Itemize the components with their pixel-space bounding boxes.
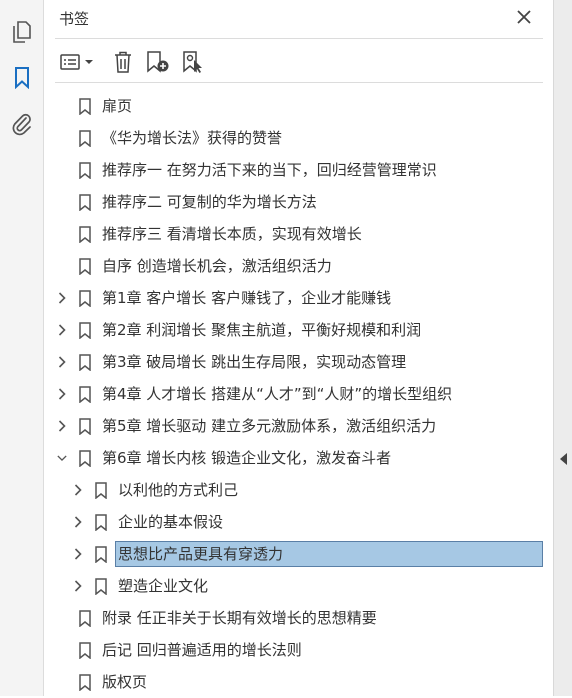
bookmark-item[interactable]: 第3章 破局增长 跳出生存局限，实现动态管理 bbox=[45, 346, 553, 378]
chevron-right-icon[interactable] bbox=[73, 516, 83, 528]
chevron-right-icon[interactable] bbox=[57, 292, 67, 304]
bookmark-item[interactable]: 扉页 bbox=[45, 90, 553, 122]
bookmark-icon[interactable] bbox=[10, 66, 34, 90]
new-bookmark-icon[interactable] bbox=[145, 49, 171, 75]
bookmark-label: 扉页 bbox=[102, 97, 133, 115]
chevron-right-icon[interactable] bbox=[57, 388, 67, 400]
chevron-right-icon[interactable] bbox=[73, 484, 83, 496]
bookmark-subitem[interactable]: 以利他的方式利己 bbox=[45, 474, 553, 506]
bookmark-subitem[interactable]: 思想比产品更具有穿透力 bbox=[45, 538, 553, 570]
bookmark-label: 推荐序一 在努力活下来的当下，回归经营管理常识 bbox=[102, 161, 437, 179]
collapse-panel-icon[interactable] bbox=[560, 450, 568, 465]
bookmark-icon bbox=[79, 353, 91, 372]
options-menu-icon[interactable] bbox=[59, 49, 97, 75]
bookmark-item[interactable]: 第4章 人才增长 搭建从“人才”到“人财”的增长型组织 bbox=[45, 378, 553, 410]
chevron-right-icon[interactable] bbox=[57, 420, 67, 432]
bookmark-item[interactable]: 推荐序三 看清增长本质，实现有效增长 bbox=[45, 218, 553, 250]
bookmarks-panel: 书签 扉页 《华为增长法》获得的赞誉 推荐序一 在努力活下来的当下，回归经营管理… bbox=[45, 0, 553, 696]
bookmark-label: 版权页 bbox=[102, 673, 148, 691]
bookmark-label: 自序 创造增长机会，激活组织活力 bbox=[102, 257, 332, 275]
bookmark-label: 第5章 增长驱动 建立多元激励体系，激活组织活力 bbox=[102, 417, 437, 435]
bookmark-icon bbox=[79, 417, 91, 436]
bookmark-label: 推荐序三 看清增长本质，实现有效增长 bbox=[102, 225, 362, 243]
bookmark-item[interactable]: 第2章 利润增长 聚焦主航道，平衡好规模和利润 bbox=[45, 314, 553, 346]
bookmark-icon bbox=[95, 577, 107, 596]
chevron-down-icon[interactable] bbox=[57, 452, 67, 464]
bookmark-label: 思想比产品更具有穿透力 bbox=[115, 541, 543, 567]
bookmark-item[interactable]: 附录 任正非关于长期有效增长的思想精要 bbox=[45, 602, 553, 634]
bookmark-item[interactable]: 《华为增长法》获得的赞誉 bbox=[45, 122, 553, 154]
bookmark-label: 第3章 破局增长 跳出生存局限，实现动态管理 bbox=[102, 353, 407, 371]
bookmark-icon bbox=[79, 609, 91, 628]
bookmark-label: 塑造企业文化 bbox=[118, 577, 209, 595]
bookmark-icon bbox=[79, 641, 91, 660]
bookmark-icon bbox=[79, 129, 91, 148]
bookmark-label: 以利他的方式利己 bbox=[118, 481, 239, 499]
chevron-right-icon[interactable] bbox=[57, 324, 67, 336]
pages-icon[interactable] bbox=[10, 20, 34, 44]
bookmark-label: 第6章 增长内核 锻造企业文化，激发奋斗者 bbox=[102, 449, 392, 467]
bookmarks-toolbar bbox=[45, 45, 553, 79]
bookmark-item[interactable]: 第1章 客户增长 客户赚钱了，企业才能赚钱 bbox=[45, 282, 553, 314]
chevron-right-icon[interactable] bbox=[57, 356, 67, 368]
bookmark-icon bbox=[79, 161, 91, 180]
bookmark-label: 推荐序二 可复制的华为增长方法 bbox=[102, 193, 317, 211]
bookmark-label: 第4章 人才增长 搭建从“人才”到“人财”的增长型组织 bbox=[102, 385, 453, 403]
bookmark-icon bbox=[95, 545, 107, 564]
bookmark-item[interactable]: 推荐序一 在努力活下来的当下，回归经营管理常识 bbox=[45, 154, 553, 186]
bookmark-item[interactable]: 第6章 增长内核 锻造企业文化，激发奋斗者 bbox=[45, 442, 553, 474]
bookmark-item[interactable]: 后记 回归普遍适用的增长法则 bbox=[45, 634, 553, 666]
bookmark-label: 《华为增长法》获得的赞誉 bbox=[102, 129, 283, 147]
bookmark-icon bbox=[95, 481, 107, 500]
bookmark-icon bbox=[79, 193, 91, 212]
bookmark-label: 企业的基本假设 bbox=[118, 513, 224, 531]
left-navigation-bar bbox=[0, 0, 44, 696]
bookmark-item[interactable]: 自序 创造增长机会，激活组织活力 bbox=[45, 250, 553, 282]
bookmark-label: 附录 任正非关于长期有效增长的思想精要 bbox=[102, 609, 377, 627]
delete-icon[interactable] bbox=[111, 49, 135, 75]
bookmark-icon bbox=[79, 321, 91, 340]
bookmark-icon bbox=[79, 225, 91, 244]
header-divider bbox=[55, 38, 543, 39]
bookmark-icon bbox=[79, 385, 91, 404]
bookmark-from-selection-icon[interactable] bbox=[181, 49, 207, 75]
bookmark-subitem[interactable]: 企业的基本假设 bbox=[45, 506, 553, 538]
bookmark-icon bbox=[79, 257, 91, 276]
bookmark-icon bbox=[79, 449, 91, 468]
bookmark-item[interactable]: 推荐序二 可复制的华为增长方法 bbox=[45, 186, 553, 218]
bookmark-label: 后记 回归普遍适用的增长法则 bbox=[102, 641, 302, 659]
chevron-right-icon[interactable] bbox=[73, 580, 83, 592]
chevron-right-icon[interactable] bbox=[73, 548, 83, 560]
bookmark-label: 第1章 客户增长 客户赚钱了，企业才能赚钱 bbox=[102, 289, 392, 307]
bookmark-icon bbox=[79, 673, 91, 692]
paperclip-icon[interactable] bbox=[10, 112, 34, 136]
bookmark-subitem[interactable]: 塑造企业文化 bbox=[45, 570, 553, 602]
bookmark-item[interactable]: 第5章 增长驱动 建立多元激励体系，激活组织活力 bbox=[45, 410, 553, 442]
close-icon[interactable] bbox=[515, 8, 533, 26]
bookmark-label: 第2章 利润增长 聚焦主航道，平衡好规模和利润 bbox=[102, 321, 422, 339]
bookmark-icon bbox=[95, 513, 107, 532]
panel-title: 书签 bbox=[59, 10, 90, 28]
bookmark-item[interactable]: 版权页 bbox=[45, 666, 553, 698]
toolbar-divider bbox=[55, 82, 543, 83]
bookmark-icon bbox=[79, 97, 91, 116]
bookmark-icon bbox=[79, 289, 91, 308]
panel-resize-strip[interactable] bbox=[553, 0, 572, 696]
